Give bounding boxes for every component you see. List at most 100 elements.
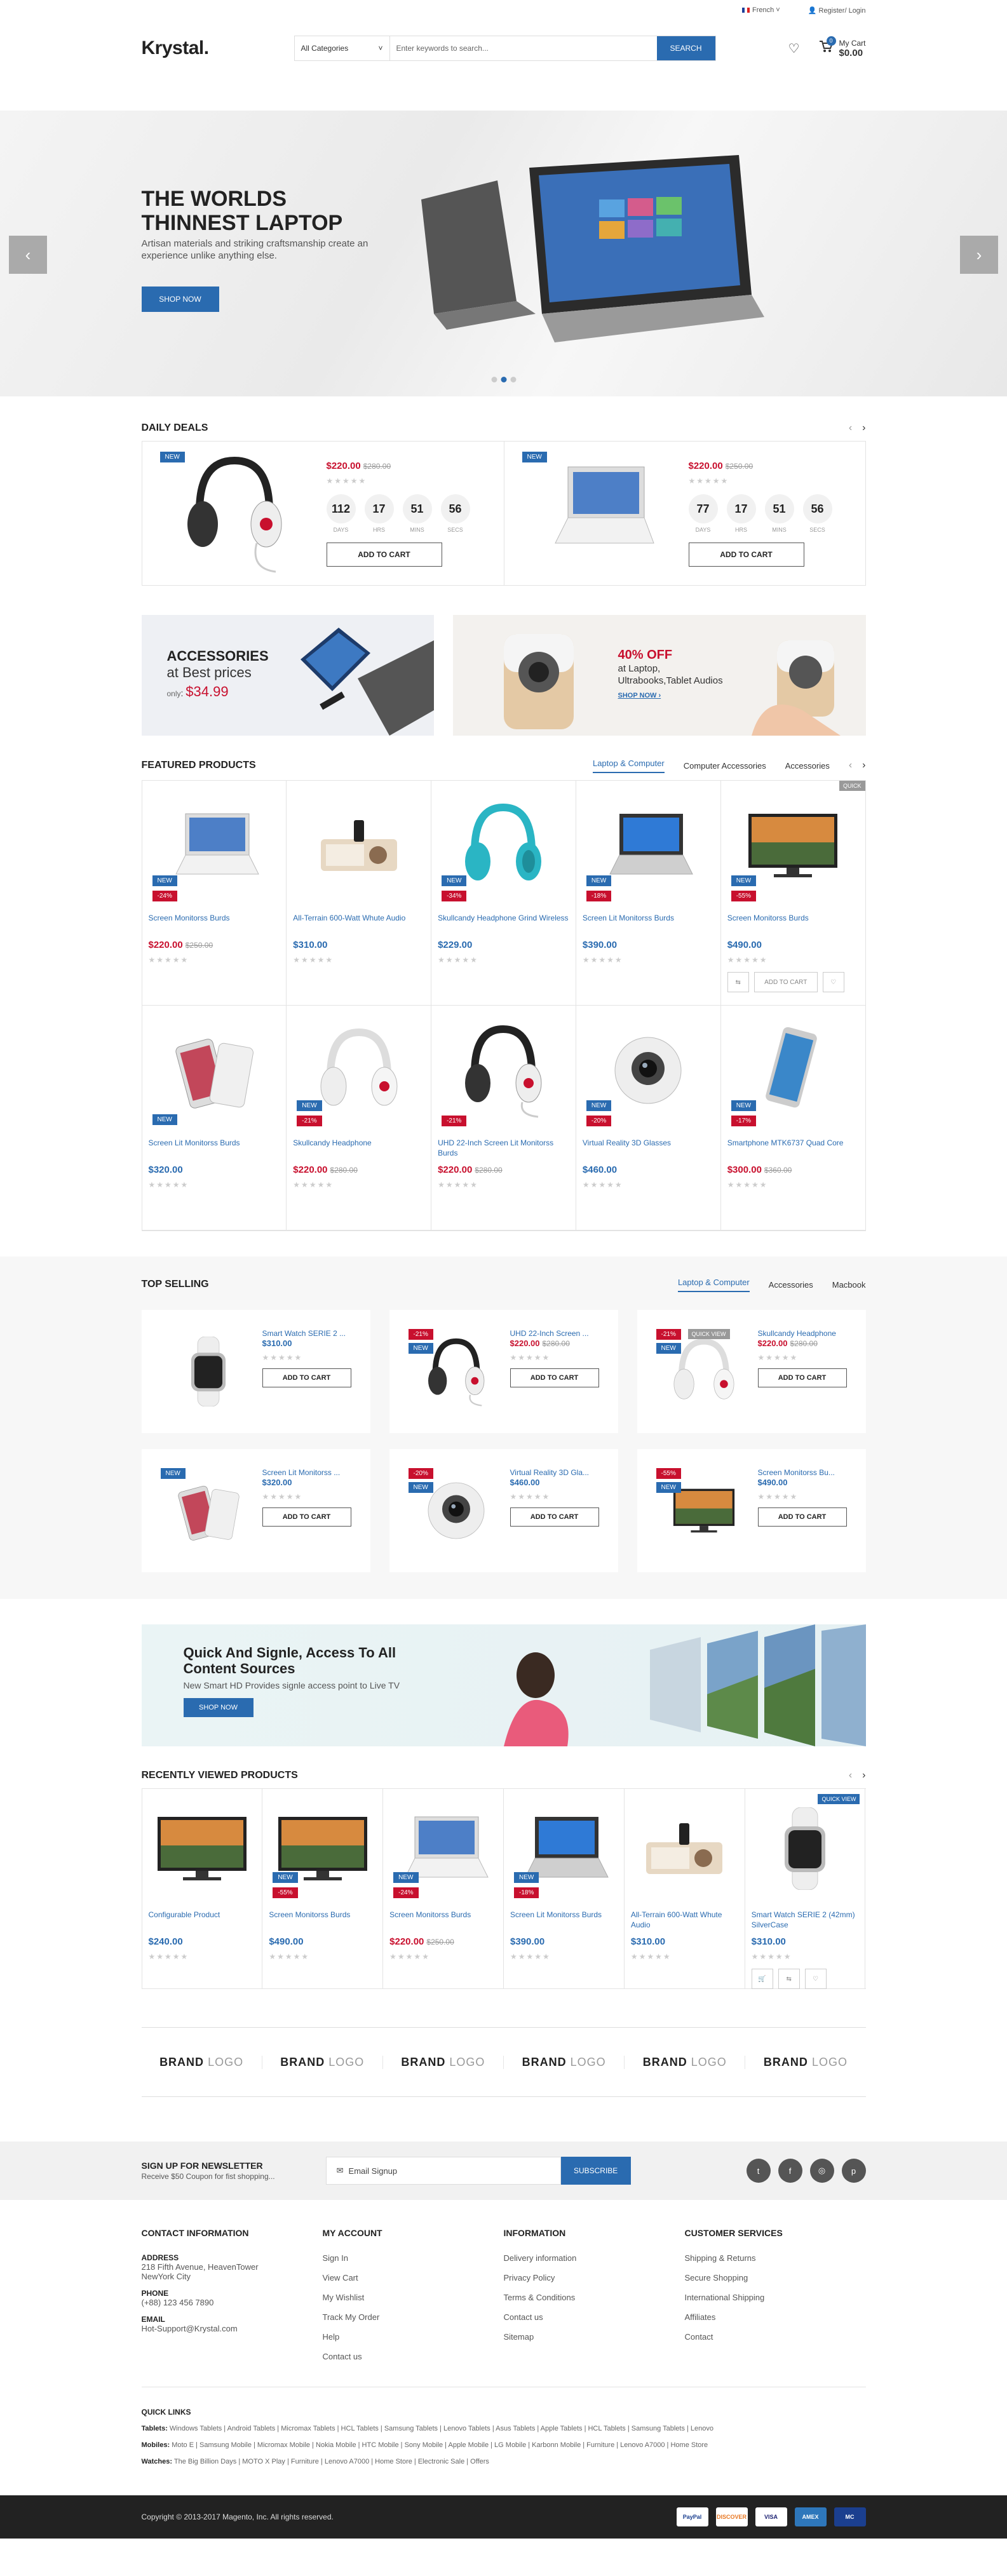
quick-links-tablets[interactable]: Windows Tablets | Android Tablets | Micr… bbox=[170, 2425, 713, 2432]
product-image[interactable] bbox=[293, 788, 424, 903]
product-image[interactable]: NEW -17% bbox=[727, 1013, 859, 1128]
product-image[interactable]: NEW bbox=[149, 1013, 280, 1128]
footer-info-link[interactable]: Contact us bbox=[504, 2312, 685, 2322]
product-image[interactable]: NEW -55% bbox=[269, 1798, 376, 1899]
tab-macbook[interactable]: Macbook bbox=[832, 1280, 866, 1290]
product-name[interactable]: UHD 22-Inch Screen Lit Monitorss Burds bbox=[438, 1138, 569, 1158]
footer-service-link[interactable]: Shipping & Returns bbox=[685, 2253, 866, 2263]
product-image[interactable]: NEW -24% bbox=[389, 1798, 497, 1899]
footer-account-link[interactable]: Contact us bbox=[323, 2352, 504, 2361]
quick-links-mobiles[interactable]: Moto E | Samsung Mobile | Micromax Mobil… bbox=[172, 2441, 708, 2449]
add-to-cart-button[interactable]: ADD TO CART bbox=[262, 1368, 351, 1387]
product-name[interactable]: Screen Monitorss Bu... bbox=[758, 1468, 847, 1477]
slider-dot[interactable] bbox=[491, 377, 497, 382]
tab-laptop-computer[interactable]: Laptop & Computer bbox=[677, 1278, 750, 1292]
product-image[interactable]: -21% bbox=[438, 1013, 569, 1128]
footer-info-link[interactable]: Privacy Policy bbox=[504, 2273, 685, 2283]
product-name[interactable]: Virtual Reality 3D Gla... bbox=[510, 1468, 599, 1477]
search-button[interactable]: SEARCH bbox=[656, 36, 715, 60]
product-image[interactable] bbox=[154, 1323, 262, 1420]
footer-account-link[interactable]: Help bbox=[323, 2332, 504, 2342]
product-card[interactable]: NEW -20% Virtual Reality 3D Glasses $460.… bbox=[576, 1006, 721, 1231]
prev-arrow-icon[interactable]: ‹ bbox=[849, 422, 852, 434]
product-image[interactable]: NEW -34% bbox=[438, 788, 569, 903]
product-name[interactable]: Screen Monitorss Burds bbox=[727, 913, 859, 933]
product-card[interactable]: NEW -18% Screen Lit Monitorss Burds $390.… bbox=[504, 1789, 625, 1988]
product-card[interactable]: NEW -55% Screen Monitorss Burds $490.00 ★… bbox=[720, 781, 866, 1006]
banner-shop-now-link[interactable]: SHOP NOW › bbox=[618, 692, 726, 699]
product-card[interactable]: -55% NEW Screen Monitorss Bu... $490.00 ★… bbox=[637, 1449, 866, 1572]
add-to-cart-button[interactable]: ADD TO CART bbox=[326, 543, 442, 567]
product-card[interactable]: NEW Screen Lit Monitorss Burds $320.00 ★… bbox=[142, 1006, 287, 1231]
brand-logo[interactable]: BRAND LOGO bbox=[142, 2055, 262, 2069]
product-name[interactable]: Screen Monitorss Burds bbox=[269, 1910, 376, 1930]
tab-computer-accessories[interactable]: Computer Accessories bbox=[684, 761, 766, 771]
product-name[interactable]: Smart Watch SERIE 2 ... bbox=[262, 1329, 351, 1338]
smart-tv-banner[interactable]: Quick And Signle, Access To All Content … bbox=[141, 1624, 866, 1746]
footer-info-link[interactable]: Sitemap bbox=[504, 2332, 685, 2342]
product-name[interactable]: Smart Watch SERIE 2 (42mm) SilverCase bbox=[752, 1910, 859, 1930]
add-to-cart-button[interactable]: ADD TO CART bbox=[510, 1507, 599, 1527]
footer-account-link[interactable]: My Wishlist bbox=[323, 2293, 504, 2302]
category-select[interactable]: All Categories ˅ bbox=[295, 36, 390, 60]
next-arrow-icon[interactable]: › bbox=[862, 422, 865, 434]
product-image[interactable]: -21% NEW QUICK VIEW bbox=[650, 1323, 758, 1420]
product-name[interactable]: Configurable Product bbox=[149, 1910, 256, 1930]
product-card[interactable]: NEW -18% Screen Lit Monitorss Burds $390.… bbox=[576, 781, 721, 1006]
product-image[interactable]: -55% NEW bbox=[650, 1462, 758, 1560]
wishlist-heart-icon[interactable]: ♡ bbox=[788, 41, 800, 57]
footer-service-link[interactable]: Affiliates bbox=[685, 2312, 866, 2322]
product-name[interactable]: Screen Lit Monitorss Burds bbox=[510, 1910, 618, 1930]
add-to-cart-button[interactable]: ADD TO CART bbox=[754, 972, 818, 992]
next-arrow-icon[interactable]: › bbox=[862, 1770, 865, 1781]
product-image[interactable]: NEW -18% bbox=[583, 788, 714, 903]
brand-logo[interactable]: BRAND LOGO bbox=[504, 2055, 625, 2069]
product-image[interactable]: -20% NEW bbox=[402, 1462, 510, 1560]
site-logo[interactable]: Krystal. bbox=[142, 37, 294, 59]
product-card[interactable]: All-Terrain 600-Watt Whute Audio $310.00… bbox=[287, 781, 432, 1006]
product-name[interactable]: Screen Monitorss Burds bbox=[389, 1910, 497, 1930]
brand-logo[interactable]: BRAND LOGO bbox=[262, 2055, 383, 2069]
tab-laptop-computer[interactable]: Laptop & Computer bbox=[592, 759, 665, 773]
product-name[interactable]: UHD 22-Inch Screen ... bbox=[510, 1329, 599, 1338]
prev-arrow-icon[interactable]: ‹ bbox=[849, 760, 852, 771]
add-to-cart-button[interactable]: ADD TO CART bbox=[688, 543, 804, 567]
product-image[interactable]: NEW -20% bbox=[583, 1013, 714, 1128]
product-name[interactable]: Skullcandy Headphone bbox=[758, 1329, 847, 1338]
product-card[interactable]: NEW -55% Screen Monitorss Burds $490.00 ★… bbox=[262, 1789, 384, 1988]
product-image[interactable] bbox=[752, 1798, 859, 1899]
compare-icon[interactable]: ⇆ bbox=[778, 1969, 800, 1989]
quick-links-watches[interactable]: The Big Billion Days | MOTO X Play | Fur… bbox=[174, 2458, 489, 2465]
product-image[interactable]: NEW -24% bbox=[149, 788, 280, 903]
footer-info-link[interactable]: Terms & Conditions bbox=[504, 2293, 685, 2302]
mini-cart[interactable]: 0 My Cart $0.00 bbox=[819, 36, 866, 58]
quick-view-button[interactable]: QUICK bbox=[839, 781, 865, 791]
instagram-icon[interactable]: ◎ bbox=[809, 2159, 834, 2183]
email-text[interactable]: Hot-Support@Krystal.com bbox=[142, 2324, 323, 2333]
product-card[interactable]: NEW Screen Lit Monitorss ... $320.00 ★★★… bbox=[141, 1449, 370, 1572]
footer-account-link[interactable]: Sign In bbox=[323, 2253, 504, 2263]
tab-accessories[interactable]: Accessories bbox=[769, 1280, 813, 1290]
product-card[interactable]: Configurable Product $240.00 ★★★★★ bbox=[142, 1789, 263, 1988]
add-to-cart-button[interactable]: ADD TO CART bbox=[262, 1507, 351, 1527]
product-card[interactable]: NEW -21% Skullcandy Headphone $220.00 $280… bbox=[287, 1006, 432, 1231]
product-name[interactable]: All-Terrain 600-Watt Whute Audio bbox=[293, 913, 424, 933]
brand-logo[interactable]: BRAND LOGO bbox=[625, 2055, 746, 2069]
footer-account-link[interactable]: View Cart bbox=[323, 2273, 504, 2283]
product-card[interactable]: -20% NEW Virtual Reality 3D Gla... $460.0… bbox=[389, 1449, 618, 1572]
product-name[interactable]: Screen Lit Monitorss ... bbox=[262, 1468, 351, 1477]
product-card[interactable]: -21% UHD 22-Inch Screen Lit Monitorss Bu… bbox=[431, 1006, 576, 1231]
product-name[interactable]: Skullcandy Headphone bbox=[293, 1138, 424, 1158]
product-card[interactable]: -21% NEW QUICK VIEW Skullcandy Headphone $… bbox=[637, 1310, 866, 1433]
product-name[interactable]: Skullcandy Headphone Grind Wireless bbox=[438, 913, 569, 933]
product-name[interactable]: All-Terrain 600-Watt Whute Audio bbox=[631, 1910, 738, 1930]
add-to-cart-button[interactable]: ADD TO CART bbox=[510, 1368, 599, 1387]
quick-view-button[interactable]: QUICK VIEW bbox=[687, 1329, 730, 1339]
footer-account-link[interactable]: Track My Order bbox=[323, 2312, 504, 2322]
product-image[interactable]: NEW -18% bbox=[510, 1798, 618, 1899]
product-card[interactable]: All-Terrain 600-Watt Whute Audio $310.00… bbox=[625, 1789, 745, 1988]
add-to-cart-button[interactable]: ADD TO CART bbox=[757, 1507, 847, 1527]
speaker-offer-banner[interactable]: 40% OFF at Laptop, Ultrabooks,Tablet Aud… bbox=[452, 615, 866, 736]
product-image[interactable]: NEW -21% bbox=[293, 1013, 424, 1128]
compare-icon[interactable]: ⇆ bbox=[727, 972, 749, 992]
